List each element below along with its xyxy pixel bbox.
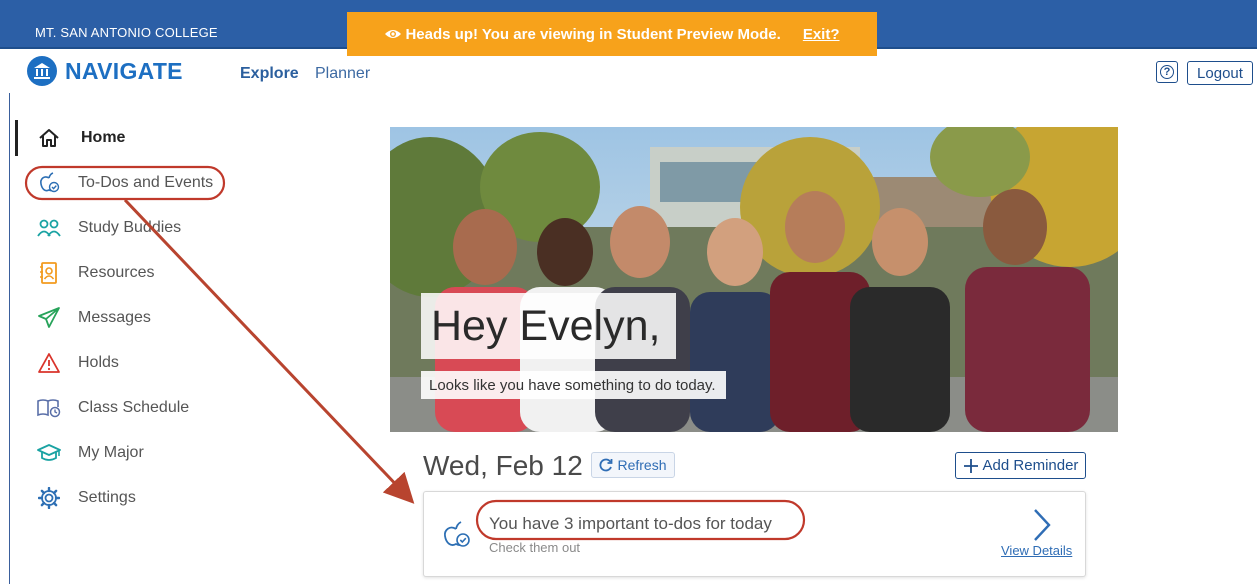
hero-banner: Hey Evelyn, Looks like you have somethin… bbox=[390, 127, 1118, 432]
sidebar-item-settings[interactable]: Settings bbox=[15, 480, 235, 516]
sidebar-item-todos[interactable]: To-Dos and Events bbox=[15, 165, 235, 201]
chevron-right-icon[interactable] bbox=[1029, 508, 1055, 542]
logout-button[interactable]: Logout bbox=[1187, 61, 1253, 85]
navigate-logo[interactable]: NAVIGATE bbox=[27, 56, 183, 86]
book-clock-icon bbox=[37, 396, 61, 420]
sidebar-item-study-buddies[interactable]: Study Buddies bbox=[15, 210, 235, 246]
nav-explore[interactable]: Explore bbox=[240, 65, 299, 83]
app-name: NAVIGATE bbox=[65, 57, 183, 84]
apple-check-icon bbox=[37, 171, 61, 195]
sidebar-label-my-major: My Major bbox=[78, 444, 144, 461]
address-book-icon bbox=[37, 261, 61, 285]
sidebar-item-home[interactable]: Home bbox=[15, 120, 238, 156]
exit-preview-link[interactable]: Exit? bbox=[803, 26, 840, 43]
hero-subtitle: Looks like you have something to do toda… bbox=[421, 371, 726, 399]
college-name: MT. SAN ANTONIO COLLEGE bbox=[35, 25, 218, 40]
sidebar-label-todos: To-Dos and Events bbox=[78, 174, 214, 191]
sidebar-label-study-buddies: Study Buddies bbox=[78, 219, 182, 236]
paper-plane-icon bbox=[37, 306, 61, 330]
todo-subtitle: Check them out bbox=[489, 540, 581, 555]
todo-title: You have 3 important to-dos for today bbox=[489, 514, 772, 533]
graduation-cap-icon bbox=[37, 441, 61, 465]
sidebar-label-resources: Resources bbox=[78, 264, 155, 281]
view-details-link[interactable]: View Details bbox=[1001, 543, 1072, 558]
eye-icon bbox=[385, 30, 402, 38]
institution-icon bbox=[27, 56, 57, 86]
gear-icon bbox=[37, 486, 61, 510]
plus-icon bbox=[963, 458, 978, 473]
sidebar-label-settings: Settings bbox=[78, 489, 136, 506]
warning-icon bbox=[37, 351, 61, 375]
sidebar-label-holds: Holds bbox=[78, 354, 119, 371]
sidebar-label-home: Home bbox=[81, 129, 126, 146]
sidebar-item-class-schedule[interactable]: Class Schedule bbox=[15, 390, 235, 426]
date-heading: Wed, Feb 12 bbox=[423, 450, 583, 481]
sidebar-label-messages: Messages bbox=[78, 309, 151, 326]
add-reminder-label: Add Reminder bbox=[982, 457, 1079, 474]
refresh-icon bbox=[599, 458, 613, 472]
sidebar-label-class-schedule: Class Schedule bbox=[78, 399, 190, 416]
preview-mode-banner: Heads up! You are viewing in Student Pre… bbox=[347, 12, 877, 56]
preview-message: Heads up! You are viewing in Student Pre… bbox=[384, 25, 781, 43]
add-reminder-button[interactable]: Add Reminder bbox=[955, 452, 1086, 479]
page-left-border bbox=[9, 93, 10, 584]
todo-summary-card[interactable]: You have 3 important to-dos for today Ch… bbox=[423, 491, 1086, 577]
sidebar-item-resources[interactable]: Resources bbox=[15, 255, 235, 291]
refresh-button[interactable]: Refresh bbox=[591, 452, 675, 478]
people-icon bbox=[37, 216, 61, 240]
hero-greeting: Hey Evelyn, bbox=[421, 293, 677, 359]
refresh-label: Refresh bbox=[617, 457, 667, 473]
sidebar-item-messages[interactable]: Messages bbox=[15, 300, 235, 336]
home-icon bbox=[37, 126, 61, 150]
nav-planner[interactable]: Planner bbox=[315, 65, 370, 83]
apple-check-icon bbox=[444, 521, 470, 547]
help-button[interactable]: ? bbox=[1156, 61, 1178, 83]
sidebar-item-holds[interactable]: Holds bbox=[15, 345, 235, 381]
sidebar-item-my-major[interactable]: My Major bbox=[15, 435, 235, 471]
preview-message-text: Heads up! You are viewing in Student Pre… bbox=[405, 25, 781, 43]
question-circle-icon: ? bbox=[1160, 65, 1174, 79]
